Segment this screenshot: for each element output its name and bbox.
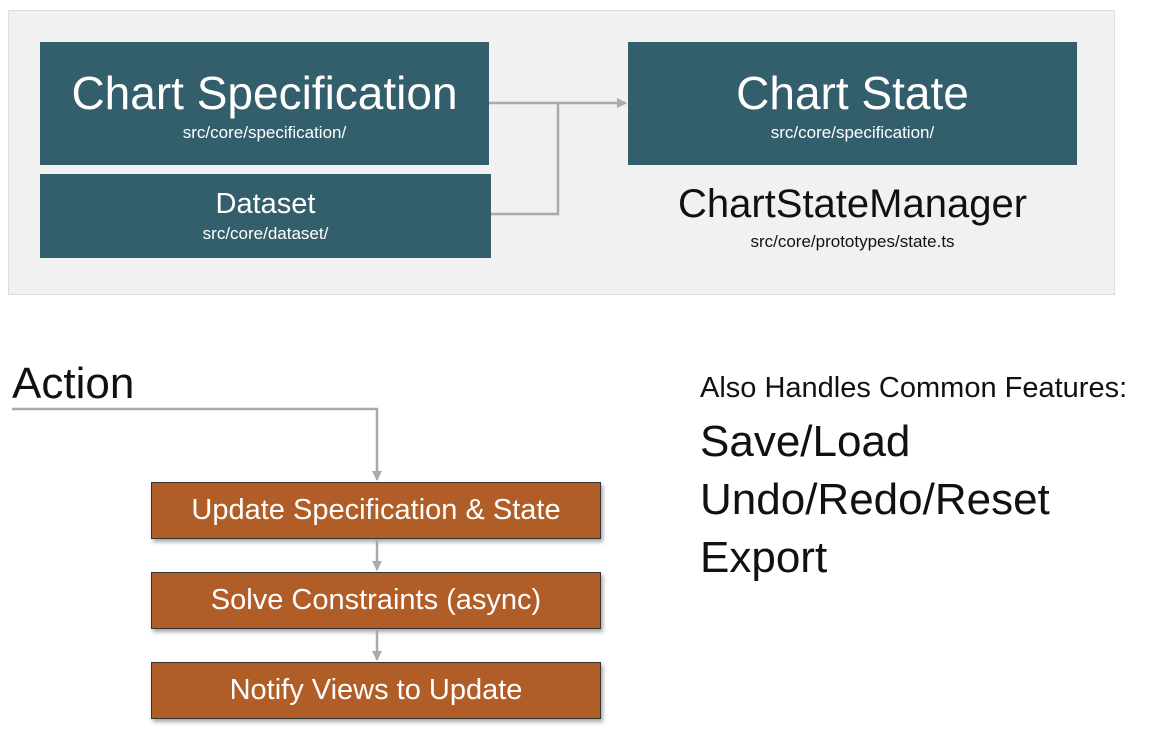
connector-lines [12,98,627,661]
diagram-canvas: Chart Specification src/core/specificati… [0,0,1168,733]
connector-action-to-update [12,407,382,481]
connector-dataset-to-state [491,103,560,216]
